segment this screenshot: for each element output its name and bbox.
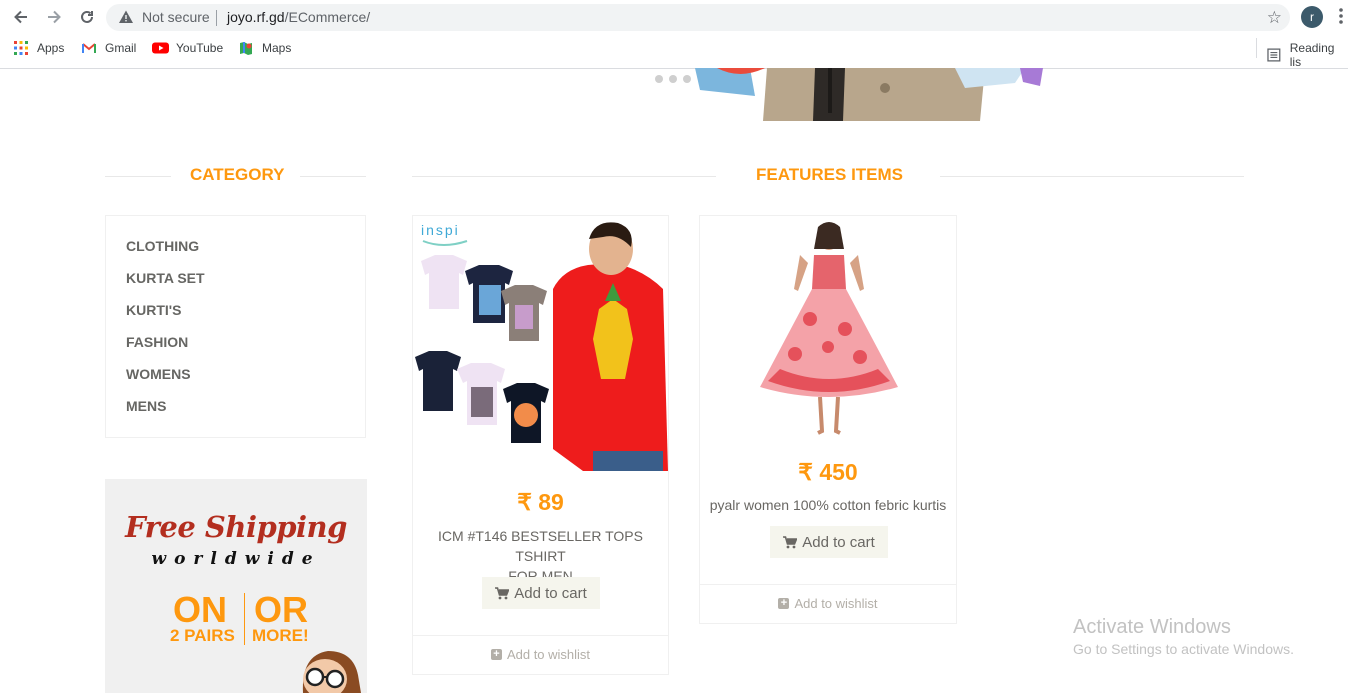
youtube-icon <box>152 42 169 54</box>
bookmark-apps[interactable]: Apps <box>14 41 64 55</box>
slider-dot[interactable] <box>683 75 691 83</box>
bookmark-star-icon[interactable]: ☆ <box>1267 8 1282 28</box>
category-item-clothing[interactable]: CLOTHING <box>126 238 199 254</box>
activation-subtitle: Go to Settings to activate Windows. <box>1073 641 1294 657</box>
add-to-wishlist-label: Add to wishlist <box>794 596 878 611</box>
browser-chrome: Not secure joyo.rf.gd/ECommerce/ ☆ r App… <box>0 0 1348 69</box>
product-name-line: pyalr women 100% cotton febric kurtis <box>709 497 947 513</box>
card-footer: + Add to wishlist <box>700 584 956 623</box>
features-title: FEATURES ITEMS <box>756 165 904 184</box>
bookmark-youtube[interactable]: YouTube <box>152 41 223 55</box>
product-price: ₹ 450 <box>798 459 858 485</box>
url-path: /ECommerce/ <box>284 9 371 25</box>
profile-avatar[interactable]: r <box>1301 6 1323 28</box>
reload-icon <box>81 10 93 23</box>
promo-model-image <box>302 651 361 693</box>
add-to-wishlist-link[interactable]: + Add to wishlist <box>413 647 668 662</box>
title-divider <box>300 176 366 177</box>
promo-heading: Free Shipping <box>125 510 347 544</box>
category-title: CATEGORY <box>190 165 285 184</box>
add-to-cart-label: Add to cart <box>802 533 875 551</box>
warning-icon <box>119 10 133 23</box>
url-text[interactable]: joyo.rf.gd/ECommerce/ <box>227 9 370 25</box>
reading-list-label: Reading lis <box>1289 41 1335 69</box>
free-shipping-banner[interactable]: Free Shipping worldwide ON OR 2 PAIRS MO… <box>105 479 367 693</box>
browser-menu-button[interactable] <box>1338 7 1344 30</box>
reload-button[interactable] <box>75 6 99 28</box>
slider-dot[interactable] <box>669 75 677 83</box>
bookmarks-separator <box>1256 38 1257 58</box>
card-footer: + Add to wishlist <box>413 635 668 674</box>
category-item-womens[interactable]: WOMENS <box>126 366 191 382</box>
category-item-fashion[interactable]: FASHION <box>126 334 188 350</box>
product-name[interactable]: pyalr women 100% cotton febric kurtis <box>700 495 956 515</box>
category-list: CLOTHING KURTA SET KURTI'S FASHION WOMEN… <box>105 215 366 438</box>
maps-icon <box>240 42 252 55</box>
bookmark-maps[interactable]: Maps <box>239 41 291 55</box>
image-brand-text: inspi <box>421 222 460 238</box>
promo-more: MORE! <box>252 626 309 645</box>
omnibox-separator <box>216 10 217 26</box>
bookmarks-bar: Apps Gmail YouTube Maps Reading lis <box>0 38 1348 69</box>
product-card: inspi ₹ 89 ICM #T146 BESTSELLER TOPS TSH… <box>412 215 669 675</box>
add-to-wishlist-label: Add to wishlist <box>506 647 591 662</box>
title-divider <box>105 176 171 177</box>
not-secure-label[interactable]: Not secure <box>142 9 210 25</box>
add-to-cart-button[interactable]: Add to cart <box>770 526 888 558</box>
bookmark-gmail[interactable]: Gmail <box>82 41 136 55</box>
category-item-kurtis[interactable]: KURTI'S <box>126 302 181 318</box>
promo-subheading: worldwide <box>151 549 321 569</box>
reading-list-icon <box>1267 48 1281 62</box>
arrow-left-icon <box>14 10 27 24</box>
gmail-icon <box>82 43 96 53</box>
bookmark-label: Maps <box>262 41 292 55</box>
apps-grid-icon <box>14 41 28 55</box>
plus-square-icon: + <box>490 649 502 660</box>
url-host: joyo.rf.gd <box>227 9 285 25</box>
category-item-mens[interactable]: MENS <box>126 398 166 414</box>
promo-on: ON <box>173 589 227 630</box>
arrow-right-icon <box>48 10 61 24</box>
hero-illustration <box>695 68 1043 121</box>
shopping-cart-icon <box>495 586 510 599</box>
back-button[interactable] <box>9 6 33 28</box>
bookmark-label: Gmail <box>105 41 137 55</box>
product-image[interactable] <box>750 219 908 439</box>
forward-button[interactable] <box>42 6 66 28</box>
promo-or: OR <box>254 589 308 630</box>
add-to-cart-button[interactable]: Add to cart <box>482 577 600 609</box>
title-divider <box>940 176 1244 177</box>
more-vertical-icon <box>1339 8 1343 24</box>
add-to-cart-label: Add to cart <box>514 584 587 602</box>
shopping-cart-icon <box>783 535 798 548</box>
address-bar[interactable]: Not secure joyo.rf.gd/ECommerce/ ☆ <box>106 4 1290 31</box>
add-to-wishlist-link[interactable]: + Add to wishlist <box>700 596 956 611</box>
plus-square-icon: + <box>778 598 790 609</box>
title-divider <box>412 176 716 177</box>
slider-indicators <box>655 75 691 83</box>
promo-divider <box>244 593 245 645</box>
windows-activation-watermark: Activate Windows Go to Settings to activ… <box>1073 616 1294 657</box>
product-image[interactable]: inspi <box>413 219 668 471</box>
bookmark-label: YouTube <box>176 41 224 55</box>
product-card: ₹ 450 pyalr women 100% cotton febric kur… <box>699 215 957 624</box>
activation-title: Activate Windows <box>1073 616 1231 638</box>
reading-list-button[interactable]: Reading lis <box>1267 41 1348 69</box>
hero-slider-image <box>695 68 1045 121</box>
slider-dot[interactable] <box>655 75 663 83</box>
promo-pairs: 2 PAIRS <box>170 626 235 645</box>
product-name-line: ICM #T146 BESTSELLER TOPS TSHIRT <box>438 528 643 564</box>
bookmark-label: Apps <box>37 41 65 55</box>
product-price: ₹ 89 <box>517 489 564 515</box>
category-item-kurta-set[interactable]: KURTA SET <box>126 270 205 286</box>
